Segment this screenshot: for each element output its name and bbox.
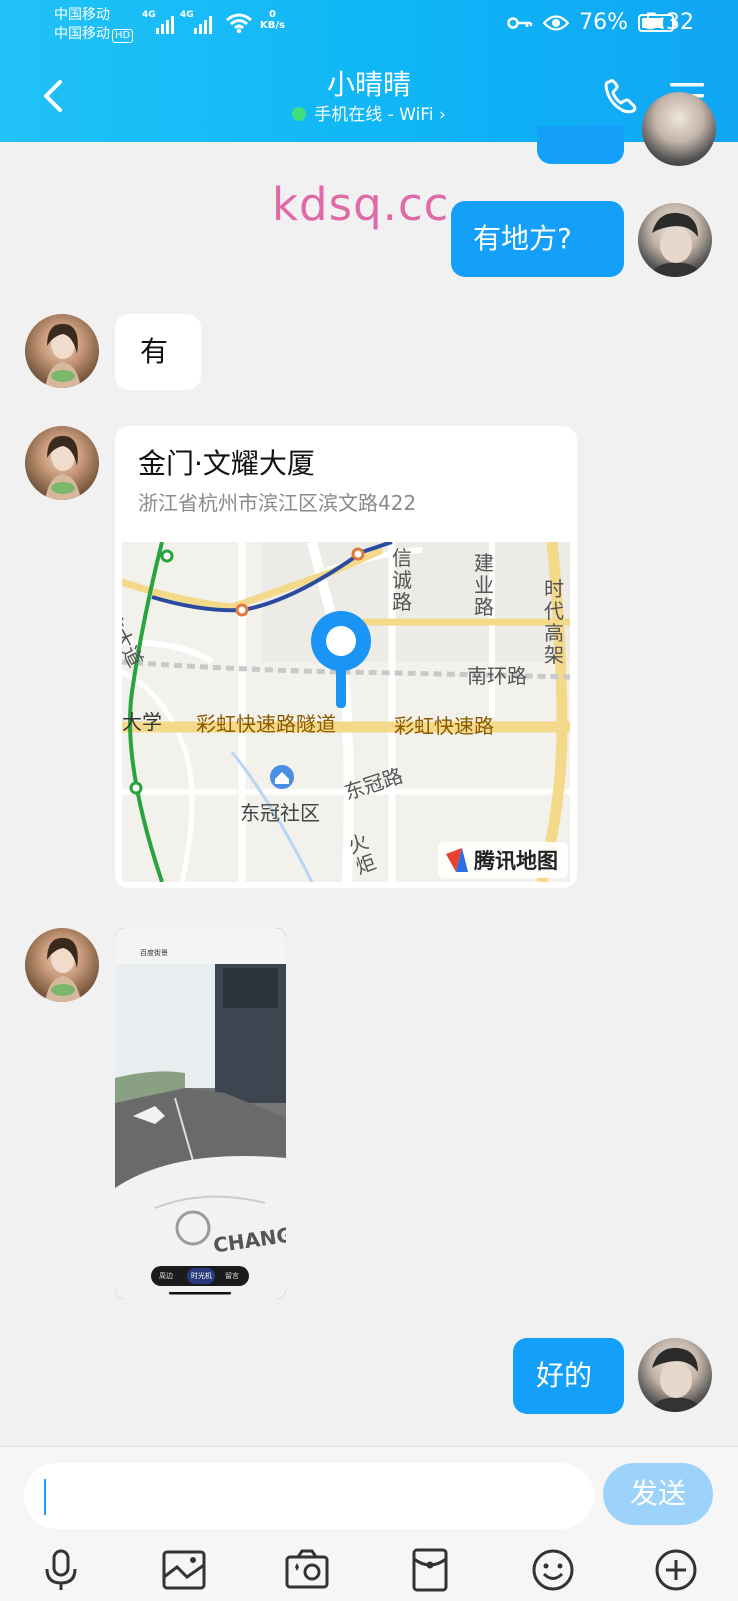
avatar-contact[interactable] xyxy=(25,426,99,500)
network-type-2: 4G xyxy=(180,10,194,20)
input-bar: 发送 xyxy=(0,1446,738,1601)
status-bar: 中国移动 中国移动 HD 4G 4G 0 KB/s 76% 5:32 xyxy=(0,0,738,50)
online-status-text: 手机在线 - WiFi xyxy=(314,105,434,125)
avatar-me-partial[interactable] xyxy=(642,92,716,166)
map-label-shidai: 时代高架 xyxy=(544,577,564,667)
text-caret xyxy=(44,1479,46,1515)
map-label-daxue: 大学 xyxy=(122,710,162,734)
photo-tab-1: 周边 xyxy=(159,1272,173,1280)
photo-tab-3: 留言 xyxy=(225,1272,239,1280)
carrier-2: 中国移动 xyxy=(54,26,110,42)
watermark: kdsq.cc xyxy=(272,178,450,231)
chat-header: 中国移动 中国移动 HD 4G 4G 0 KB/s 76% 5:32 小晴晴 手… xyxy=(0,0,738,142)
avatar-contact[interactable] xyxy=(25,314,99,388)
avatar-me-image xyxy=(648,212,704,277)
wifi-status-icon xyxy=(226,13,252,34)
hd-badge: HD xyxy=(112,29,134,43)
phone-icon[interactable] xyxy=(600,76,642,118)
avatar-me[interactable] xyxy=(638,1338,712,1412)
image-icon[interactable] xyxy=(161,1547,207,1593)
mic-icon[interactable] xyxy=(38,1547,84,1593)
message-bubble-partial[interactable] xyxy=(537,126,624,164)
online-dot xyxy=(292,107,307,121)
avatar-contact-image xyxy=(45,435,81,500)
location-address: 浙江省杭州市滨江区滨文路422 xyxy=(138,491,417,515)
battery-percent: 76% xyxy=(579,10,628,35)
eye-icon xyxy=(543,14,570,31)
map-label-jianye: 建业路 xyxy=(474,551,494,619)
carrier-info: 中国移动 中国移动 HD xyxy=(54,6,134,44)
message-input[interactable] xyxy=(24,1463,594,1529)
carrier-1: 中国移动 xyxy=(54,7,110,23)
speed-value: 0 xyxy=(269,9,276,20)
speed-unit: KB/s xyxy=(260,20,285,31)
map-brand-label: 腾讯地图 xyxy=(474,849,558,873)
camera-icon[interactable] xyxy=(284,1547,330,1593)
avatar-me[interactable] xyxy=(638,203,712,277)
map-label-nanhuan: 南环路 xyxy=(467,664,527,688)
message-bubble-sent[interactable]: 好的 xyxy=(513,1338,624,1414)
location-card[interactable]: 金门·文耀大厦 浙江省杭州市滨江区滨文路422 信诚路 建业路 时代高架 东信大… xyxy=(115,426,577,888)
photo-tab-2: 时光机 xyxy=(191,1272,212,1280)
avatar-contact[interactable] xyxy=(25,928,99,1002)
avatar-me-image xyxy=(648,1347,704,1412)
map-preview[interactable]: 信诚路 建业路 时代高架 东信大道 南环路 大学 彩虹快速路隧道 彩虹快速路 东… xyxy=(122,542,570,882)
network-type-1: 4G xyxy=(142,10,156,20)
map-label-caihong: 彩虹快速路 xyxy=(394,714,494,738)
map-label-tunnel: 彩虹快速路隧道 xyxy=(196,712,336,736)
avatar-contact-image xyxy=(45,323,81,388)
photo-overlay-title: 百度街景 xyxy=(140,949,168,957)
map-label-dongguan-community: 东冠社区 xyxy=(240,801,320,825)
plus-icon[interactable] xyxy=(653,1547,699,1593)
message-bubble-sent[interactable]: 有地方? xyxy=(451,201,624,277)
network-speed: 0 KB/s xyxy=(260,9,285,31)
signal-icon-2 xyxy=(194,14,212,34)
key-icon xyxy=(507,16,533,29)
emoji-icon[interactable] xyxy=(530,1547,576,1593)
avatar-contact-image xyxy=(45,937,81,1002)
send-button[interactable]: 发送 xyxy=(603,1463,713,1525)
map-image xyxy=(122,542,570,882)
message-bubble-received[interactable]: 有 xyxy=(115,314,201,390)
online-status-arrow: › xyxy=(438,105,446,125)
map-label-xincheng: 信诚路 xyxy=(392,546,412,614)
signal-icon xyxy=(156,14,174,34)
image-message[interactable]: 百度街景 周边 时光机 留言 CHANG xyxy=(115,928,286,1299)
clock: 5:32 xyxy=(644,10,694,35)
red-packet-icon[interactable] xyxy=(407,1547,453,1593)
location-name: 金门·文耀大厦 xyxy=(138,447,315,480)
